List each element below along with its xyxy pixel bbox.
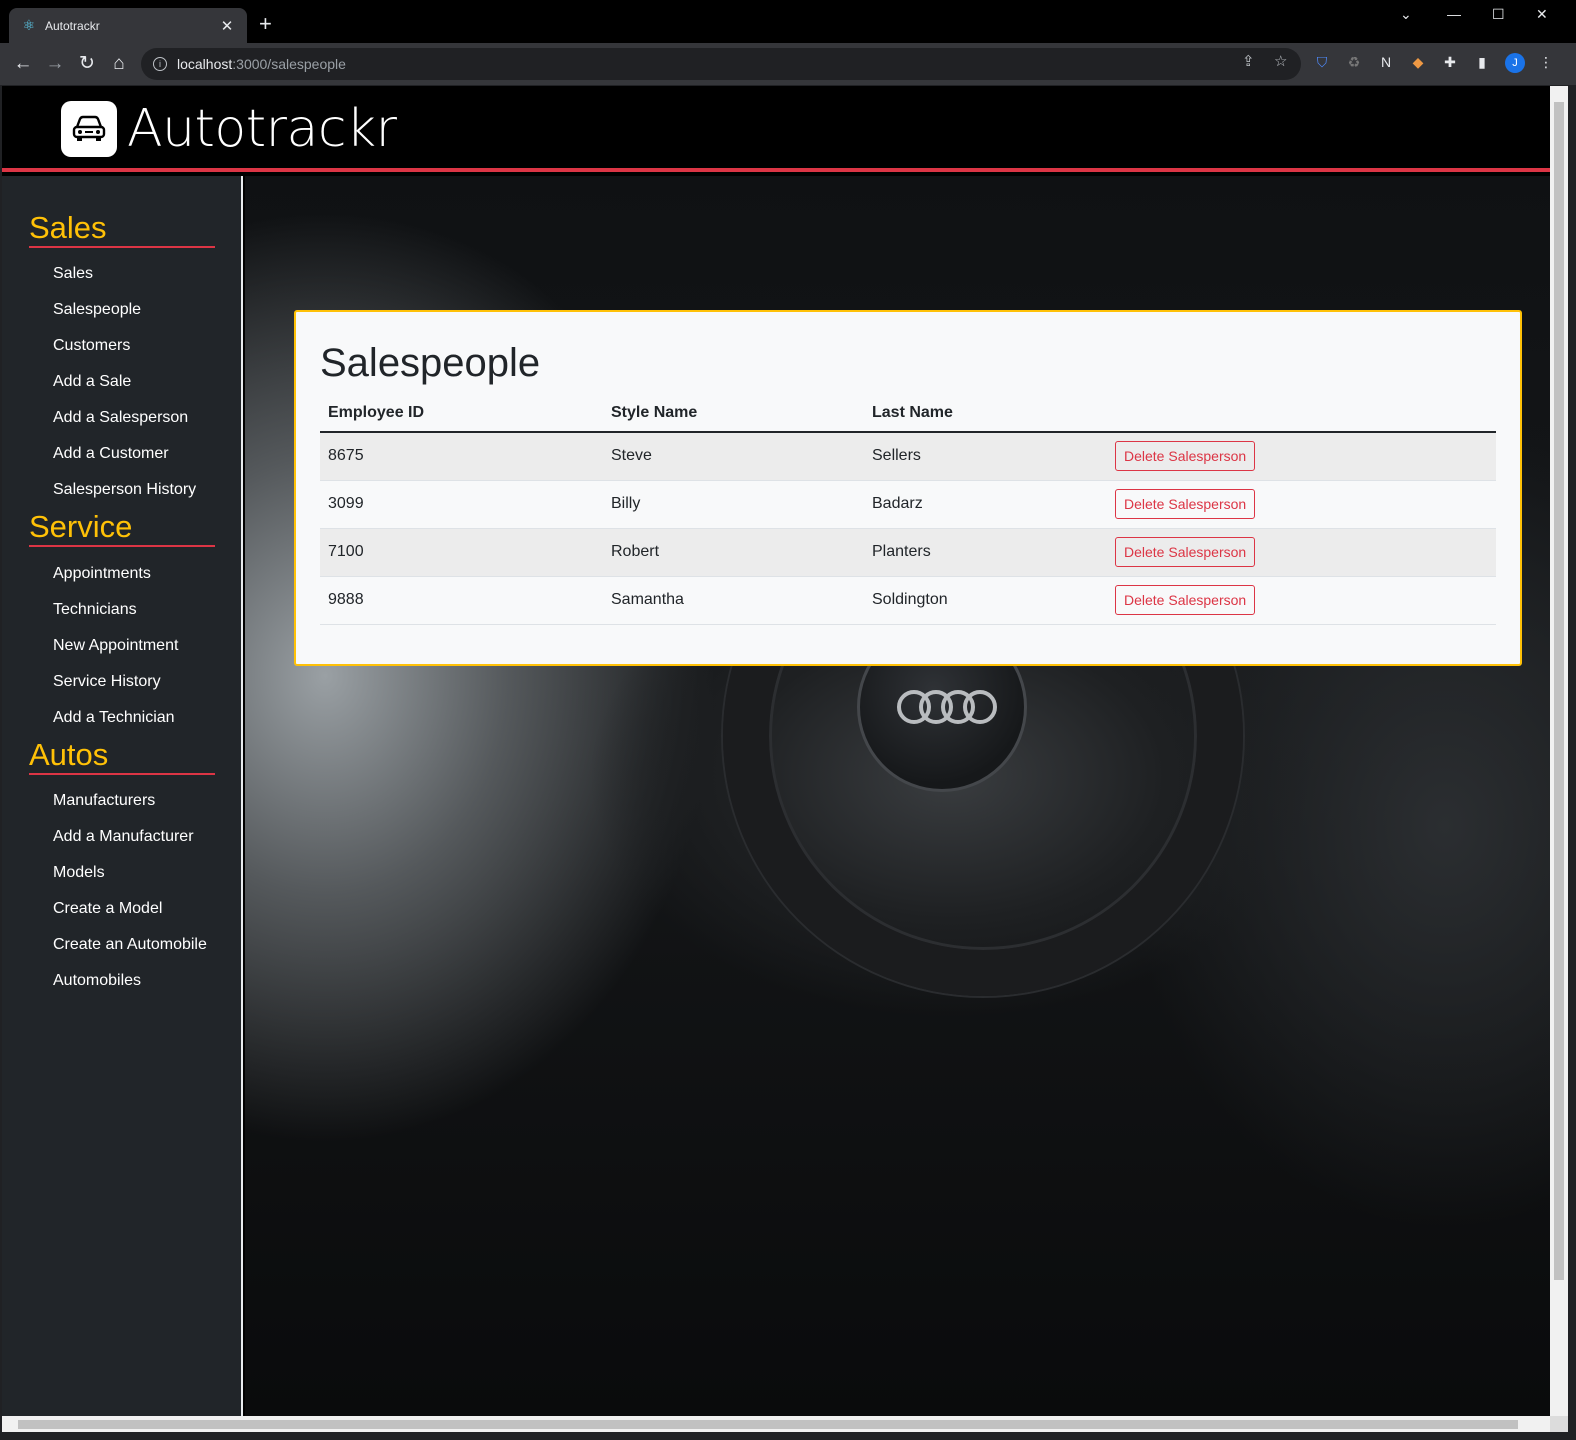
sidebar-item-new-appointment[interactable]: New Appointment xyxy=(53,636,178,656)
audi-rings-logo xyxy=(897,686,997,726)
delete-salesperson-button[interactable]: Delete Salesperson xyxy=(1115,441,1256,472)
cell-employee-id: 9888 xyxy=(320,576,603,625)
cell-first-name: Robert xyxy=(603,528,864,577)
maximize-icon[interactable]: ☐ xyxy=(1492,6,1505,23)
sidebar-section-sales: Sales xyxy=(29,210,215,248)
sidebar-section-autos: Autos xyxy=(29,737,215,775)
sidebar-nav: Sales Sales Salespeople Customers Add a … xyxy=(2,176,243,1416)
table-row: 3099 Billy Badarz Delete Salesperson xyxy=(320,480,1496,529)
sidebar-item-add-customer[interactable]: Add a Customer xyxy=(53,444,169,464)
address-bar[interactable]: i localhost:3000/salespeople xyxy=(141,48,1301,80)
sidebar-item-add-manufacturer[interactable]: Add a Manufacturer xyxy=(53,827,194,847)
web-page: Autotrackr Sales Sales Salespeople Custo… xyxy=(2,86,1550,1416)
cell-last-name: Badarz xyxy=(864,480,1107,529)
browser-toolbar: ← → ↻ ⌂ i localhost:3000/salespeople ⇪ ☆… xyxy=(0,43,1576,85)
sidebar-item-appointments[interactable]: Appointments xyxy=(53,564,151,584)
reload-icon[interactable]: ↻ xyxy=(75,52,99,76)
tab-title: Autotrackr xyxy=(45,18,100,33)
sidebar-item-sales[interactable]: Sales xyxy=(53,264,93,284)
table-row: 7100 Robert Planters Delete Salesperson xyxy=(320,528,1496,577)
url-host: localhost xyxy=(177,56,233,72)
react-icon: ⚛ xyxy=(22,17,36,33)
window-close-icon[interactable]: ✕ xyxy=(1536,6,1548,23)
sidebar-item-models[interactable]: Models xyxy=(53,863,105,883)
delete-salesperson-button[interactable]: Delete Salesperson xyxy=(1115,489,1256,519)
cell-last-name: Sellers xyxy=(864,432,1107,481)
sidebar-item-add-salesperson[interactable]: Add a Salesperson xyxy=(53,408,188,428)
vertical-scroll-thumb[interactable] xyxy=(1554,102,1564,1280)
horizontal-scrollbar[interactable] xyxy=(2,1416,1550,1432)
cell-actions: Delete Salesperson xyxy=(1107,480,1496,529)
share-icon[interactable]: ⇪ xyxy=(1242,52,1255,70)
cell-last-name: Planters xyxy=(864,528,1107,577)
minimize-icon[interactable]: — xyxy=(1447,6,1461,22)
site-info-icon[interactable]: i xyxy=(153,57,167,71)
sidebar-item-create-model[interactable]: Create a Model xyxy=(53,899,162,919)
cell-actions: Delete Salesperson xyxy=(1107,576,1496,625)
sidebar-item-manufacturers[interactable]: Manufacturers xyxy=(53,791,155,811)
close-tab-icon[interactable]: ✕ xyxy=(219,17,235,35)
salespeople-table: Employee ID Style Name Last Name 8675 St… xyxy=(320,394,1496,625)
browser-tab[interactable]: ⚛ Autotrackr ✕ xyxy=(9,8,247,43)
horizontal-scroll-thumb[interactable] xyxy=(18,1420,1518,1429)
cell-first-name: Billy xyxy=(603,480,864,529)
sidebar-item-add-technician[interactable]: Add a Technician xyxy=(53,708,175,728)
sidebar-item-salesperson-history[interactable]: Salesperson History xyxy=(53,480,196,500)
sidebar-item-create-automobile[interactable]: Create an Automobile xyxy=(53,935,207,955)
vertical-scrollbar[interactable] xyxy=(1550,86,1568,1416)
cell-last-name: Soldington xyxy=(864,576,1107,625)
url-path: :3000/salespeople xyxy=(232,56,346,72)
browser-tabstrip: ⚛ Autotrackr ✕ + ⌄ — ☐ ✕ xyxy=(0,0,1576,43)
brand-name[interactable]: Autotrackr xyxy=(127,99,397,159)
salespeople-card: Salespeople Employee ID Style Name Last … xyxy=(294,310,1522,666)
bookmark-star-icon[interactable]: ☆ xyxy=(1274,52,1287,70)
sidebar-item-add-sale[interactable]: Add a Sale xyxy=(53,372,131,392)
sidebar-item-service-history[interactable]: Service History xyxy=(53,672,161,692)
bitwarden-extension-icon[interactable]: ⛉ xyxy=(1313,53,1331,71)
profile-avatar[interactable]: J xyxy=(1505,53,1525,73)
table-row: 9888 Samantha Soldington Delete Salesper… xyxy=(320,576,1496,625)
cell-actions: Delete Salesperson xyxy=(1107,528,1496,577)
side-panel-icon[interactable]: ▮ xyxy=(1473,53,1491,71)
home-icon[interactable]: ⌂ xyxy=(107,52,131,76)
page-title: Salespeople xyxy=(320,341,541,385)
column-header-actions xyxy=(1107,394,1496,433)
sidebar-item-salespeople[interactable]: Salespeople xyxy=(53,300,141,320)
delete-salesperson-button[interactable]: Delete Salesperson xyxy=(1115,585,1256,615)
column-header-style-name: Style Name xyxy=(603,394,864,433)
color-picker-extension-icon[interactable]: ◆ xyxy=(1409,53,1427,71)
sidebar-item-technicians[interactable]: Technicians xyxy=(53,600,137,620)
scrollbar-corner xyxy=(1550,1416,1568,1432)
cell-actions: Delete Salesperson xyxy=(1107,432,1496,481)
delete-salesperson-button[interactable]: Delete Salesperson xyxy=(1115,537,1256,567)
cell-employee-id: 7100 xyxy=(320,528,603,577)
back-icon[interactable]: ← xyxy=(11,52,35,76)
cell-employee-id: 8675 xyxy=(320,432,603,481)
new-tab-icon[interactable]: + xyxy=(259,12,272,36)
brand-header: Autotrackr xyxy=(2,86,1550,172)
sidebar-section-service: Service xyxy=(29,509,215,547)
table-header-row: Employee ID Style Name Last Name xyxy=(320,394,1496,433)
cell-first-name: Steve xyxy=(603,432,864,481)
sidebar-item-customers[interactable]: Customers xyxy=(53,336,130,356)
cell-employee-id: 3099 xyxy=(320,480,603,529)
table-row: 8675 Steve Sellers Delete Salesperson xyxy=(320,432,1496,481)
tab-search-icon[interactable]: ⌄ xyxy=(1400,6,1412,23)
extensions-puzzle-icon[interactable]: ✚ xyxy=(1441,53,1459,71)
menu-kebab-icon[interactable]: ⋮ xyxy=(1537,53,1555,71)
column-header-employee-id: Employee ID xyxy=(320,394,603,433)
notion-extension-icon[interactable]: N xyxy=(1377,53,1395,71)
column-header-last-name: Last Name xyxy=(864,394,1107,433)
cell-first-name: Samantha xyxy=(603,576,864,625)
car-logo-icon[interactable] xyxy=(61,101,117,157)
recycle-extension-icon[interactable]: ♻ xyxy=(1345,53,1363,71)
sidebar-item-automobiles[interactable]: Automobiles xyxy=(53,971,141,991)
forward-icon[interactable]: → xyxy=(43,52,67,76)
